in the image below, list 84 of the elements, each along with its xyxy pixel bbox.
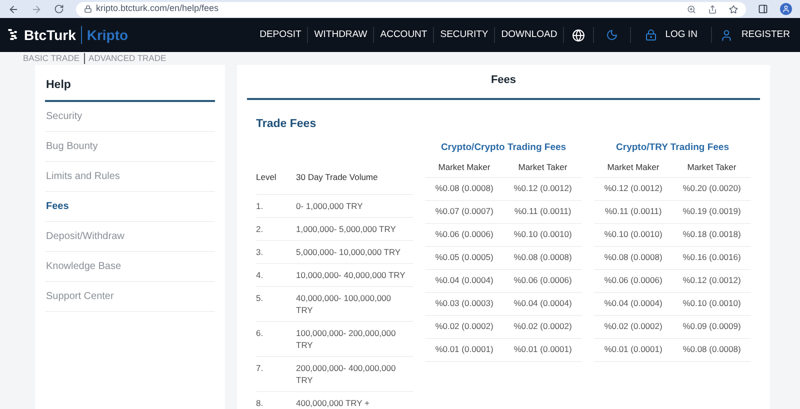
table-cell-text: 7. (256, 362, 264, 375)
table-cell-text: %0.07 (0.0007) (434, 205, 494, 218)
table-cell-text: 1,000,000- 5,000,000 TRY (296, 222, 397, 235)
nav-link[interactable]: WITHDRAW (308, 28, 374, 42)
table-cell-text: %0.10 (0.0010) (603, 228, 664, 242)
table-cell-text: %0.11 (0.0011) (604, 205, 663, 218)
nav-link[interactable]: DEPOSIT (254, 28, 308, 42)
column-header: Market Maker (437, 160, 492, 174)
table-cell-text: %0.06 (0.0006) (512, 274, 573, 288)
table-cell-text: 40,000,000- 100,000,000 TRY (296, 292, 392, 316)
star-icon[interactable] (729, 4, 738, 14)
table-cell-text: %0.12 (0.0012) (603, 182, 664, 196)
brand-subtitle[interactable]: Kripto (86, 24, 128, 46)
profile-avatar[interactable] (780, 3, 792, 15)
nav-link[interactable]: ACCOUNT (374, 28, 434, 42)
table-cell-text: %0.08 (0.0008) (603, 251, 664, 264)
table-cell-text: 400,000,000 TRY + (296, 396, 370, 409)
table-cell-text: %0.18 (0.0018) (682, 228, 742, 242)
table-cell-text: %0.01 (0.0001) (434, 343, 494, 356)
table-cell-text: %0.01 (0.0001) (512, 343, 573, 356)
column-header: Market Maker (606, 160, 660, 174)
table-cell-text: 8. (256, 396, 264, 409)
nav-link[interactable]: DOWNLOAD (495, 28, 564, 42)
table-cell-text: %0.04 (0.0004) (512, 297, 573, 310)
table-cell-text: %0.08 (0.0008) (434, 182, 494, 196)
table-cell-text: %0.06 (0.0006) (434, 228, 494, 242)
table-cell-text: %0.02 (0.0002) (512, 320, 573, 334)
column-header: Market Taker (686, 160, 738, 174)
table-cell-text: 4. (256, 268, 264, 281)
zoom-icon[interactable] (687, 4, 696, 14)
moon-icon[interactable] (606, 29, 618, 41)
table-cell-text: %0.06 (0.0006) (603, 274, 664, 288)
table-cell-text: %0.08 (0.0008) (512, 251, 573, 264)
table-cell-text: 200,000,000- 400,000,000 TRY (296, 362, 397, 386)
table-cell-text: 5,000,000- 10,000,000 TRY (296, 246, 402, 258)
table-cell-text: %0.20 (0.0020) (682, 182, 742, 196)
fee-table-title: Crypto/Crypto Trading Fees (440, 140, 568, 155)
globe-icon[interactable] (572, 28, 586, 42)
table-cell-text: %0.11 (0.0011) (513, 205, 572, 218)
table-cell-text: %0.10 (0.0010) (682, 297, 742, 310)
table-cell-text: 5. (256, 292, 264, 305)
table-cell-text: 100,000,000- 200,000,000 TRY (296, 326, 397, 351)
user-icon (720, 28, 734, 42)
share-icon[interactable] (708, 4, 717, 14)
table-cell-text: 1. (256, 200, 264, 212)
address-field[interactable]: kripto.btcturk.com/en/help/fees (76, 2, 746, 16)
side-panel-icon[interactable] (758, 4, 768, 14)
column-header: 30 Day Trade Volume (296, 170, 378, 184)
url-text: kripto.btcturk.com/en/help/fees (96, 2, 219, 16)
lock-icon (84, 5, 92, 13)
table-cell-text: %0.05 (0.0005) (434, 251, 494, 264)
back-icon[interactable] (8, 4, 19, 14)
table-cell-text: %0.12 (0.0012) (682, 274, 742, 288)
sidebar-item[interactable]: Fees (45, 192, 215, 222)
table-cell-text: %0.09 (0.0009) (682, 320, 742, 334)
page-title: Fees (247, 71, 760, 100)
column-header: Market Taker (517, 160, 568, 174)
logo-icon (8, 28, 20, 42)
table-cell-text: %0.02 (0.0002) (434, 320, 494, 334)
table-cell-text: %0.16 (0.0016) (682, 251, 742, 264)
table-cell-text: 3. (256, 246, 264, 258)
table-cell-text: %0.04 (0.0004) (603, 297, 664, 310)
sidebar-title: Help (45, 77, 215, 102)
nav-link[interactable]: SECURITY (434, 28, 494, 42)
table-cell-text: %0.10 (0.0010) (512, 228, 573, 242)
table-cell-text: %0.08 (0.0008) (682, 343, 742, 356)
table-cell-text: 2. (256, 222, 264, 235)
padlock-icon (645, 29, 658, 41)
fee-table-title: Crypto/TRY Trading Fees (615, 140, 730, 155)
table-cell-text: %0.01 (0.0001) (603, 343, 664, 356)
table-cell-text: %0.12 (0.0012) (512, 182, 573, 196)
login-link[interactable]: LOG IN (645, 28, 698, 42)
table-cell-text: %0.19 (0.0019) (682, 205, 742, 218)
table-cell-text: 10,000,000- 40,000,000 TRY (296, 268, 406, 281)
table-cell-text: 0- 1,000,000 TRY (296, 200, 364, 212)
table-cell-text: %0.04 (0.0004) (434, 274, 494, 288)
register-link[interactable]: REGISTER (720, 28, 790, 42)
table-cell-text: 6. (256, 326, 264, 340)
section-title: Trade Fees (256, 116, 318, 132)
brand-name[interactable]: BtcTurk (24, 24, 76, 46)
column-header: Level (256, 170, 278, 184)
table-cell-text: %0.03 (0.0003) (434, 297, 494, 310)
reload-icon[interactable] (54, 4, 64, 14)
table-cell-text: %0.02 (0.0002) (603, 320, 664, 334)
